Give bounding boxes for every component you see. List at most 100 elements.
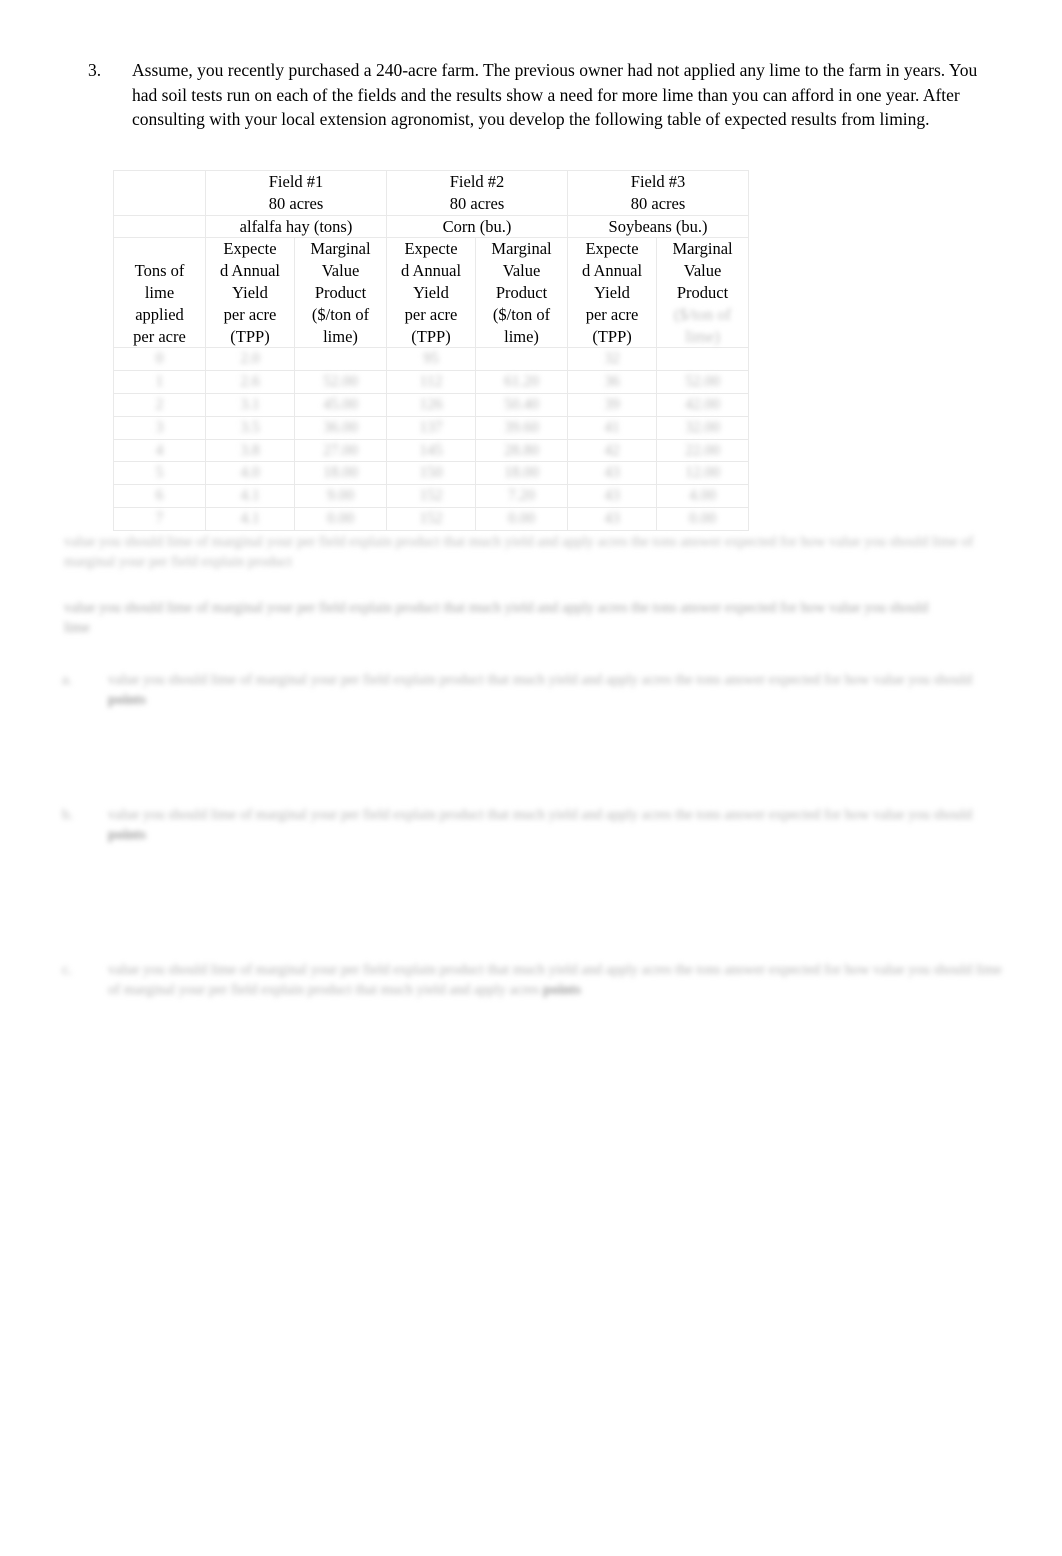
lime-results-table: Field #1 80 acres Field #2 80 acres Fiel… <box>113 170 750 531</box>
cell-f2-yield: 152 <box>386 506 477 531</box>
cell-lime-tons: 3 <box>113 415 206 440</box>
cell-lime-tons: 2 <box>113 392 206 417</box>
cell-f1-mvp: 9.00 <box>293 484 388 508</box>
sub-question-a-text: value you should lime of marginal your p… <box>108 672 973 688</box>
cell-f1-mvp: 36.00 <box>293 415 388 440</box>
cell-lime-tons: 6 <box>113 484 206 508</box>
mvp-line-4-blurred: ($/ton of <box>673 304 732 324</box>
field-2-yield-header: Expecte d Annual Yield per acre (TPP) <box>386 237 477 349</box>
yield-line-3: Yield <box>594 282 630 302</box>
cell-f3-yield: 43 <box>567 484 658 508</box>
mvp-line-5-blurred: lime) <box>685 326 720 346</box>
table-row: 7 4.1 0.00 152 0.00 43 0.00 <box>113 506 750 531</box>
cell-f3-yield: 43 <box>567 506 658 531</box>
cell-f1-mvp: 27.00 <box>293 438 388 463</box>
yield-line-5: (TPP) <box>411 326 451 346</box>
field-2-name: Field #2 <box>449 172 505 191</box>
mvp-line-3: Product <box>676 282 729 302</box>
mvp-line-5: lime) <box>323 326 358 346</box>
cell-lime-tons: 1 <box>113 370 206 394</box>
cell-f2-mvp: 0.00 <box>475 506 569 531</box>
mvp-line-1: Marginal <box>672 239 733 259</box>
cell-f2-mvp: 50.40 <box>475 392 569 417</box>
question-3-block: 3. Assume, you recently purchased a 240-… <box>88 58 990 132</box>
cell-f2-mvp <box>475 347 569 372</box>
lime-results-table-wrapper: Field #1 80 acres Field #2 80 acres Fiel… <box>113 170 750 531</box>
row-label-column-header: Tons of lime applied per acre <box>113 237 206 349</box>
row-label-line-2: lime <box>144 282 175 302</box>
cell-f2-mvp: 18.00 <box>475 461 569 486</box>
cell-f1-mvp: 18.00 <box>293 461 388 486</box>
yield-line-2: d Annual <box>400 261 462 281</box>
redacted-paragraph-1: value you should lime of marginal your p… <box>64 534 974 570</box>
cell-f1-mvp: 0.00 <box>293 506 388 531</box>
sub-question-a-marker: a. <box>62 672 73 688</box>
cell-lime-tons: 4 <box>113 438 206 463</box>
yield-line-1: Expecte <box>223 239 277 259</box>
cell-f3-mvp: 4.00 <box>656 484 750 508</box>
yield-line-3: Yield <box>232 282 268 302</box>
cell-f3-mvp: 32.00 <box>656 415 750 440</box>
field-3-name: Field #3 <box>630 172 686 191</box>
cell-f1-yield: 2.0 <box>205 347 295 372</box>
question-number: 3. <box>88 60 102 80</box>
cell-f2-mvp: 28.80 <box>475 438 569 463</box>
cell-f1-mvp: 52.00 <box>293 370 388 394</box>
cell-f2-yield: 126 <box>386 392 477 417</box>
field-3-header: Field #3 80 acres <box>567 170 750 216</box>
sub-question-c-points: points <box>543 982 581 998</box>
table-body: 0 2.0 95 32 1 2.6 52.00 112 61.20 36 52.… <box>113 347 750 531</box>
cell-f1-yield: 3.8 <box>205 438 295 463</box>
cell-f2-mvp: 7.20 <box>475 484 569 508</box>
row-label-line-4: per acre <box>133 326 186 346</box>
table-row: 3 3.5 36.00 137 39.60 41 32.00 <box>113 415 750 440</box>
yield-line-4: per acre <box>585 304 639 324</box>
cell-lime-tons: 7 <box>113 506 206 531</box>
field-3-crop: Soybeans (bu.) <box>567 214 750 239</box>
cell-f3-mvp <box>656 347 750 372</box>
mvp-line-1: Marginal <box>310 239 371 259</box>
field-3-acres: 80 acres <box>630 193 686 213</box>
cell-f2-yield: 152 <box>386 484 477 508</box>
table-row: 6 4.1 9.00 152 7.20 43 4.00 <box>113 484 750 508</box>
mvp-line-3: Product <box>495 282 548 302</box>
cell-f2-yield: 145 <box>386 438 477 463</box>
yield-line-2: d Annual <box>582 261 643 281</box>
mvp-line-4: ($/ton of <box>311 304 370 324</box>
document-page: 3. Assume, you recently purchased a 240-… <box>0 0 1062 1556</box>
cell-f1-yield: 3.1 <box>205 392 295 417</box>
cell-lime-tons: 5 <box>113 461 206 486</box>
cell-f3-yield: 42 <box>567 438 658 463</box>
field-2-header: Field #2 80 acres <box>386 170 569 216</box>
header-blank-corner-2 <box>113 214 206 239</box>
mvp-line-2: Value <box>683 261 722 281</box>
cell-f2-yield: 112 <box>386 370 477 394</box>
cell-f3-mvp: 52.00 <box>656 370 750 394</box>
yield-line-3: Yield <box>413 282 449 302</box>
cell-f2-yield: 95 <box>386 347 477 372</box>
sub-question-b: b. value you should lime of marginal you… <box>62 805 1007 845</box>
cell-f3-mvp: 22.00 <box>656 438 750 463</box>
mvp-line-4: ($/ton of <box>492 304 551 324</box>
cell-f3-mvp: 12.00 <box>656 461 750 486</box>
field-2-acres: 80 acres <box>449 193 505 213</box>
cell-f2-mvp: 39.60 <box>475 415 569 440</box>
sub-question-a-points: points <box>108 692 146 708</box>
cell-f1-yield: 4.1 <box>205 484 295 508</box>
field-1-yield-header: Expecte d Annual Yield per acre (TPP) <box>205 237 295 349</box>
sub-question-b-text: value you should lime of marginal your p… <box>108 807 973 823</box>
sub-question-c-marker: c. <box>62 962 73 978</box>
field-1-crop: alfalfa hay (tons) <box>204 214 388 239</box>
mvp-line-2: Value <box>502 261 541 281</box>
field-2-crop: Corn (bu.) <box>386 214 569 239</box>
cell-f1-yield: 4.0 <box>205 461 295 486</box>
redacted-paragraph-2: value you should lime of marginal your p… <box>64 600 929 636</box>
yield-line-1: Expecte <box>404 239 458 259</box>
sub-question-c: c. value you should lime of marginal you… <box>62 960 1007 1000</box>
cell-f1-yield: 2.6 <box>205 370 295 394</box>
yield-line-5: (TPP) <box>230 326 270 346</box>
cell-f2-yield: 137 <box>386 415 477 440</box>
table-row: 2 3.1 45.00 126 50.40 39 42.00 <box>113 392 750 417</box>
question-text: Assume, you recently purchased a 240-acr… <box>132 60 978 129</box>
mvp-line-5: lime) <box>504 326 539 346</box>
